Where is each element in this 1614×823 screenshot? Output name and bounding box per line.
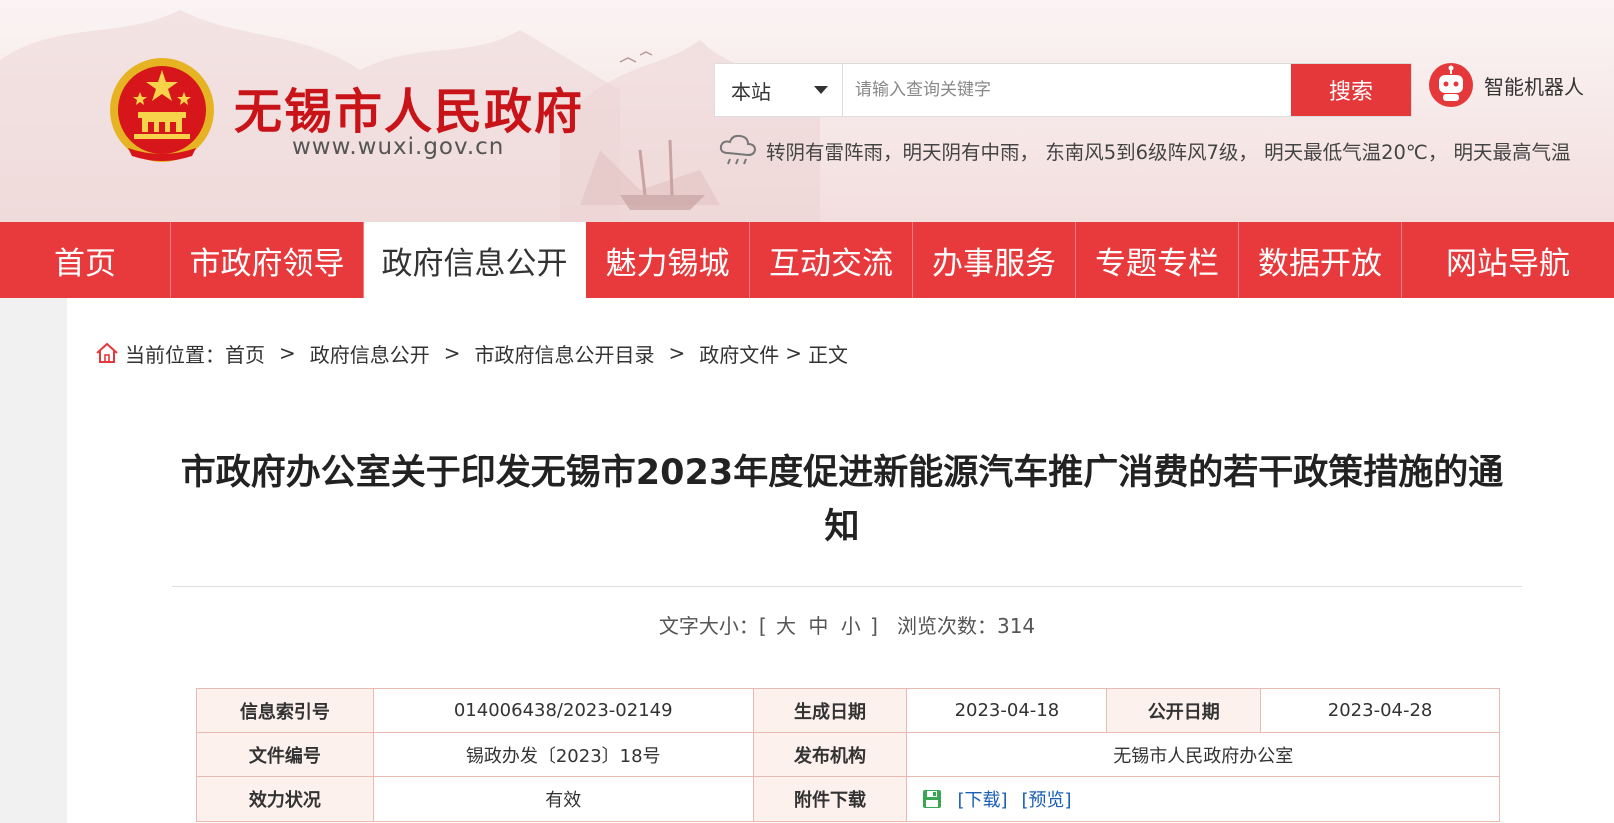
index-number-label: 信息索引号 [196,688,374,733]
smart-robot-link[interactable]: 智能机器人 [1428,62,1584,108]
breadcrumb-gov-documents[interactable]: 政府文件 [699,339,779,368]
preview-link[interactable]: [预览] [1022,786,1072,812]
generation-date-label: 生成日期 [752,688,908,733]
font-size-large-button[interactable]: 大 [776,614,796,638]
site-title[interactable]: 无锡市人民政府 [234,72,584,142]
validity-status-label: 效力状况 [196,776,374,822]
font-size-medium-button[interactable]: 中 [808,614,828,638]
views-count: 314 [996,614,1036,638]
article-meta: 文字大小：[ 大 中 小 ] 浏览次数：314 [172,610,1522,639]
article-content-area: 当前位置： 首页 > 政府信息公开 > 市政府信息公开目录 > 政府文件 > 正… [67,298,1614,823]
breadcrumb-home[interactable]: 首页 [225,339,265,368]
nav-item-city-leaders[interactable]: 市政府领导 [171,222,364,298]
title-divider [172,586,1522,587]
article-title-line-1: 市政府办公室关于印发无锡市2023年度促进新能源汽车推广消费的若干政策措施的通 [180,453,1504,493]
search-button[interactable]: 搜索 [1291,64,1411,116]
search-input[interactable] [843,64,1291,116]
validity-status-value: 有效 [372,776,754,822]
search-box: 本站 搜索 [714,63,1412,117]
breadcrumb: 当前位置： 首页 > 政府信息公开 > 市政府信息公开目录 > 政府文件 > 正… [95,338,848,368]
nav-item-open-data[interactable]: 数据开放 [1239,222,1402,298]
breadcrumb-info-catalog[interactable]: 市政府信息公开目录 [475,339,655,368]
breadcrumb-prefix: 当前位置： [125,342,225,367]
views-label: 浏览次数： [896,614,997,638]
font-size-small-button[interactable]: 小 [841,614,861,638]
generation-date-value: 2023-04-18 [906,688,1108,733]
publish-date-label: 公开日期 [1106,688,1262,733]
breadcrumb-separator: > [443,341,461,365]
floppy-disk-icon [923,790,942,808]
nav-item-interaction[interactable]: 互动交流 [750,222,913,298]
table-row: 文件编号 锡政办发〔2023〕18号 发布机构 无锡市人民政府办公室 [196,732,1500,777]
font-size-close-bracket: ] [870,614,878,638]
weather-forecast-text: 转阴有雷阵雨，明天阴有中雨， 东南风5到6级阵风7级， 明天最低气温20℃， 明… [766,140,1571,164]
thunderstorm-cloud-icon [719,134,757,165]
publisher-label: 发布机构 [752,732,908,777]
document-info-table: 信息索引号 014006438/2023-02149 生成日期 2023-04-… [196,688,1500,822]
site-header: 无锡市人民政府 www.wuxi.gov.cn 本站 搜索 智能机器人 转阴有雷… [0,0,1614,222]
robot-label: 智能机器人 [1484,74,1584,99]
download-link[interactable]: [下载] [957,786,1007,812]
nav-item-special-topics[interactable]: 专题专栏 [1076,222,1239,298]
document-number-value: 锡政办发〔2023〕18号 [372,732,754,777]
breadcrumb-gov-info-disclosure[interactable]: 政府信息公开 [310,339,430,368]
article-title: 市政府办公室关于印发无锡市2023年度促进新能源汽车推广消费的若干政策措施的通 … [167,446,1517,554]
home-icon [96,342,118,363]
publisher-value: 无锡市人民政府办公室 [906,732,1500,777]
main-nav: 首页 市政府领导 政府信息公开 魅力锡城 互动交流 办事服务 专题专栏 数据开放… [0,222,1614,298]
nav-item-gov-info-disclosure[interactable]: 政府信息公开 [364,222,586,298]
breadcrumb-separator: > [785,341,803,365]
article-title-line-2: 知 [824,507,860,547]
font-size-label: 文字大小：[ [658,614,767,638]
publish-date-value: 2023-04-28 [1260,688,1500,733]
nav-item-home[interactable]: 首页 [0,222,171,298]
table-row: 信息索引号 014006438/2023-02149 生成日期 2023-04-… [196,688,1500,733]
nav-item-site-navigation[interactable]: 网站导航 [1402,222,1614,298]
breadcrumb-separator: > [668,341,686,365]
weather-bar: 转阴有雷阵雨，明天阴有中雨， 东南风5到6级阵风7级， 明天最低气温20℃， 明… [718,132,1588,168]
national-emblem-icon [110,58,214,162]
attachment-cell: [下载] [预览] [906,776,1500,822]
attachment-download-label: 附件下载 [752,776,908,822]
nav-item-services[interactable]: 办事服务 [913,222,1076,298]
table-row: 效力状况 有效 附件下载 [下载] [预览] [196,776,1500,822]
breadcrumb-separator: > [279,341,296,365]
robot-icon [1429,63,1473,107]
breadcrumb-current: 正文 [808,342,849,367]
search-scope-select[interactable]: 本站 [715,64,843,116]
site-url: www.wuxi.gov.cn [292,134,505,160]
nav-item-charming-city[interactable]: 魅力锡城 [586,222,750,298]
document-number-label: 文件编号 [196,732,374,777]
index-number-value: 014006438/2023-02149 [372,688,754,733]
search-scope-value: 本站 [731,79,771,104]
chevron-down-icon [814,86,828,94]
